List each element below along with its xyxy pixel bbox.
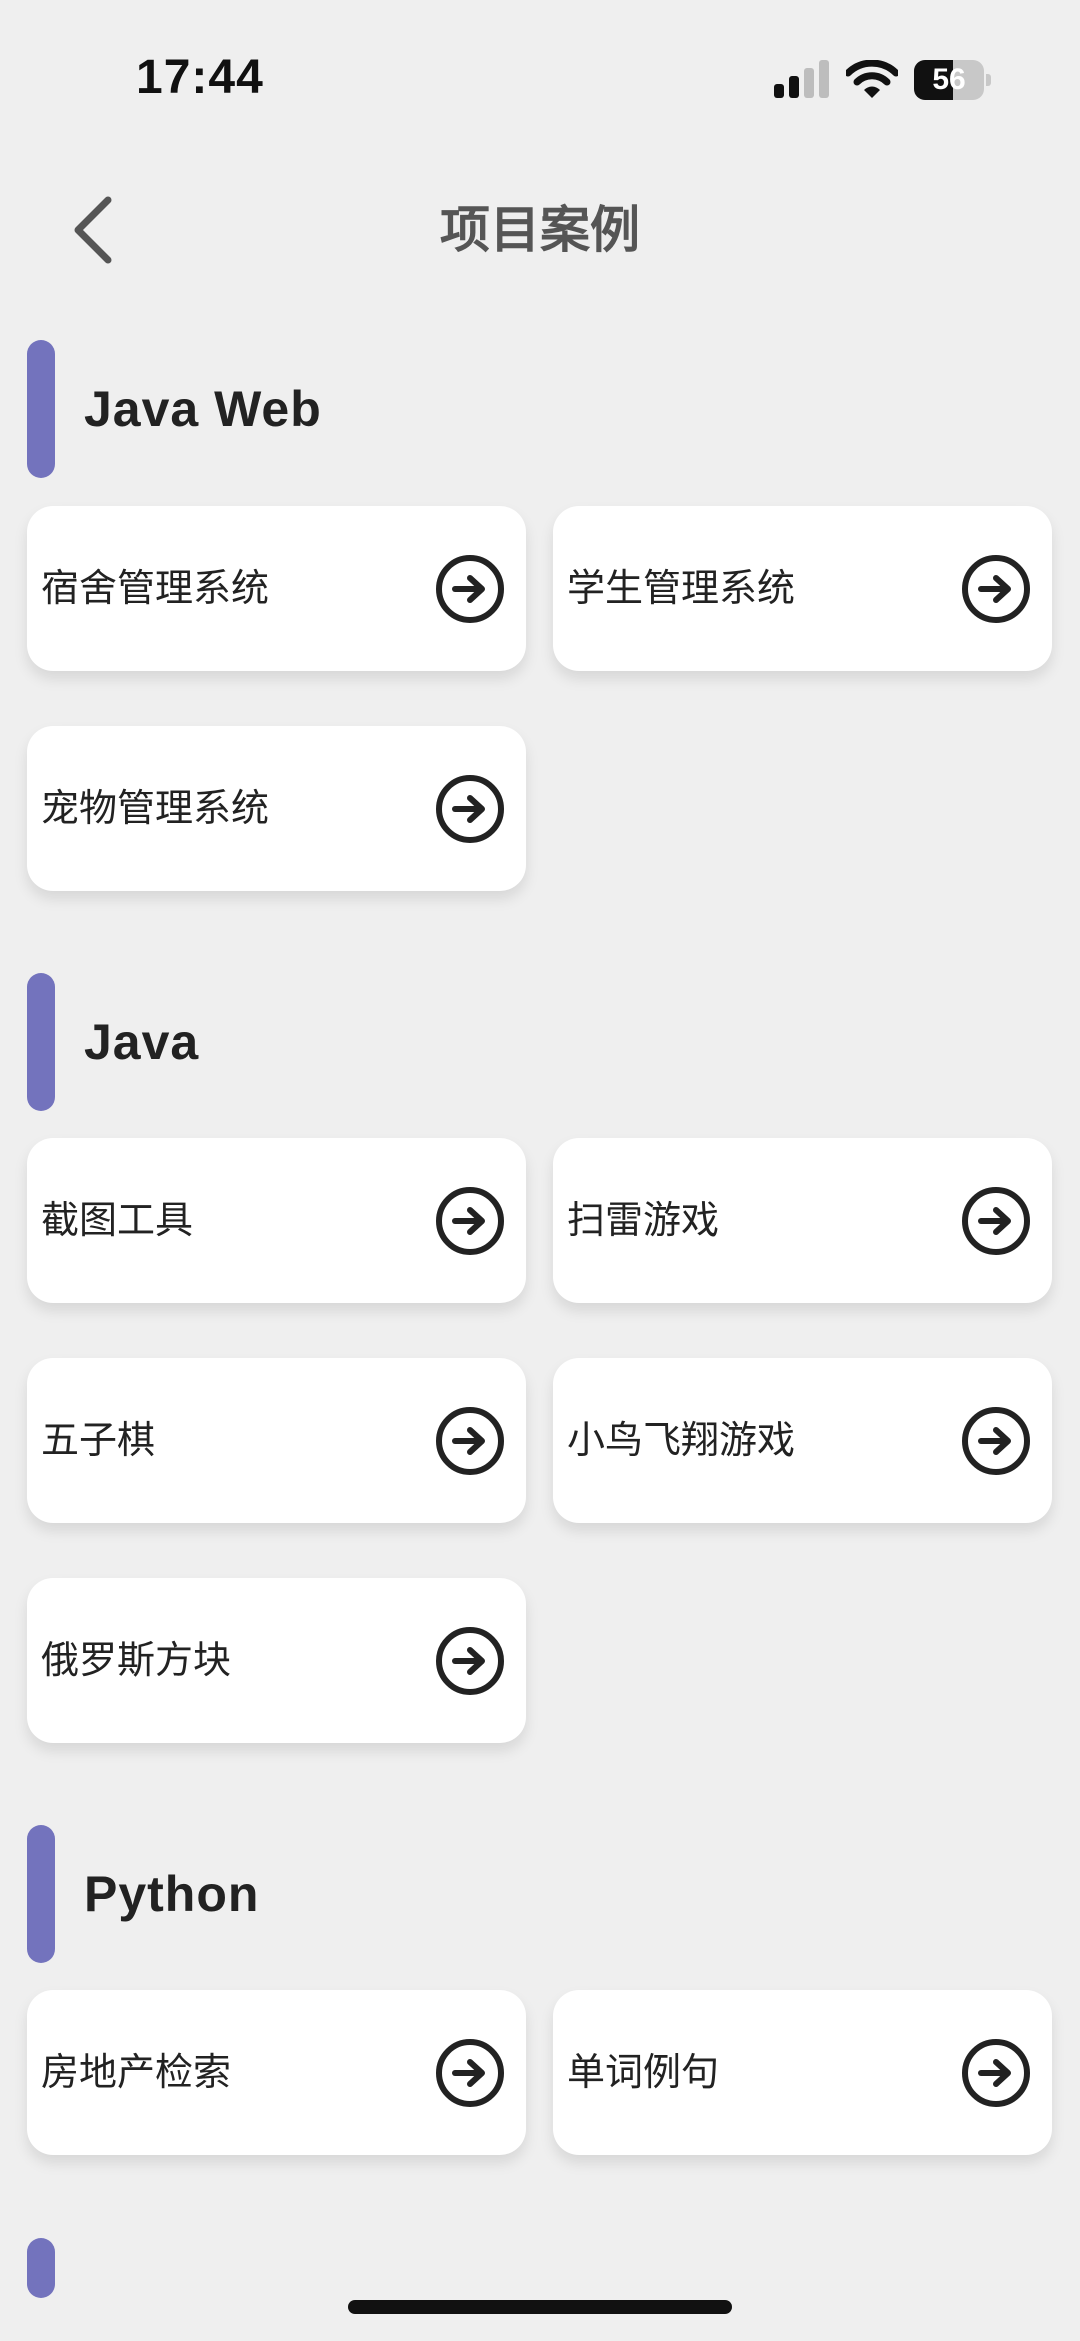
- status-time: 17:44: [136, 51, 264, 104]
- section-accent-bar-next: [27, 2238, 55, 2298]
- battery-text: 56: [932, 63, 966, 96]
- home-indicator[interactable]: [348, 2300, 732, 2314]
- section-accent-bar: [27, 340, 55, 478]
- arrow-right-circle-icon: [436, 1187, 504, 1255]
- card-label: 宠物管理系统: [41, 786, 270, 830]
- card-label: 俄罗斯方块: [41, 1638, 232, 1682]
- project-card-minesweeper[interactable]: 扫雷游戏: [553, 1138, 1052, 1303]
- section-header-java: Java: [0, 973, 1080, 1113]
- card-label: 扫雷游戏: [567, 1198, 720, 1242]
- arrow-right-circle-icon: [436, 775, 504, 843]
- card-label: 五子棋: [41, 1418, 156, 1462]
- arrow-right-circle-icon: [436, 2039, 504, 2107]
- wifi-icon: [846, 60, 898, 98]
- battery-cap: [986, 74, 991, 86]
- section-accent-bar: [27, 1825, 55, 1963]
- arrow-right-circle-icon: [436, 1627, 504, 1695]
- arrow-right-circle-icon: [436, 1407, 504, 1475]
- project-card-pet[interactable]: 宠物管理系统: [27, 726, 526, 891]
- nav-bar: 项目案例: [0, 170, 1080, 290]
- project-card-screenshot-tool[interactable]: 截图工具: [27, 1138, 526, 1303]
- page-title: 项目案例: [440, 201, 640, 259]
- card-label: 学生管理系统: [567, 566, 796, 610]
- project-card-student[interactable]: 学生管理系统: [553, 506, 1052, 671]
- card-label: 单词例句: [567, 2050, 720, 2094]
- card-label: 宿舍管理系统: [41, 566, 270, 610]
- arrow-right-circle-icon: [962, 2039, 1030, 2107]
- status-bar: 17:44 56: [0, 0, 1080, 160]
- section-title: Java: [84, 1014, 200, 1070]
- project-card-tetris[interactable]: 俄罗斯方块: [27, 1578, 526, 1743]
- back-button[interactable]: [60, 192, 136, 268]
- signal-icon: [774, 60, 829, 98]
- card-label: 截图工具: [41, 1198, 194, 1242]
- project-card-word-examples[interactable]: 单词例句: [553, 1990, 1052, 2155]
- battery-icon: 56: [914, 60, 991, 100]
- section-title: Python: [84, 1866, 260, 1922]
- arrow-right-circle-icon: [962, 1407, 1030, 1475]
- screen: 17:44 56 项目案例 Java Web 宿舍管理系统 学生管理系统 宠物管…: [0, 0, 1080, 2341]
- battery-body: 56: [914, 60, 984, 100]
- project-card-real-estate[interactable]: 房地产检索: [27, 1990, 526, 2155]
- arrow-right-circle-icon: [962, 555, 1030, 623]
- project-card-flappy-bird[interactable]: 小鸟飞翔游戏: [553, 1358, 1052, 1523]
- arrow-right-circle-icon: [436, 555, 504, 623]
- arrow-right-circle-icon: [962, 1187, 1030, 1255]
- project-card-gomoku[interactable]: 五子棋: [27, 1358, 526, 1523]
- section-header-python: Python: [0, 1825, 1080, 1965]
- section-accent-bar: [27, 973, 55, 1111]
- card-label: 小鸟飞翔游戏: [567, 1418, 796, 1462]
- card-label: 房地产检索: [41, 2050, 232, 2094]
- project-card-dormitory[interactable]: 宿舍管理系统: [27, 506, 526, 671]
- chevron-left-icon: [74, 196, 112, 264]
- section-header-java-web: Java Web: [0, 340, 1080, 480]
- section-title: Java Web: [84, 381, 322, 437]
